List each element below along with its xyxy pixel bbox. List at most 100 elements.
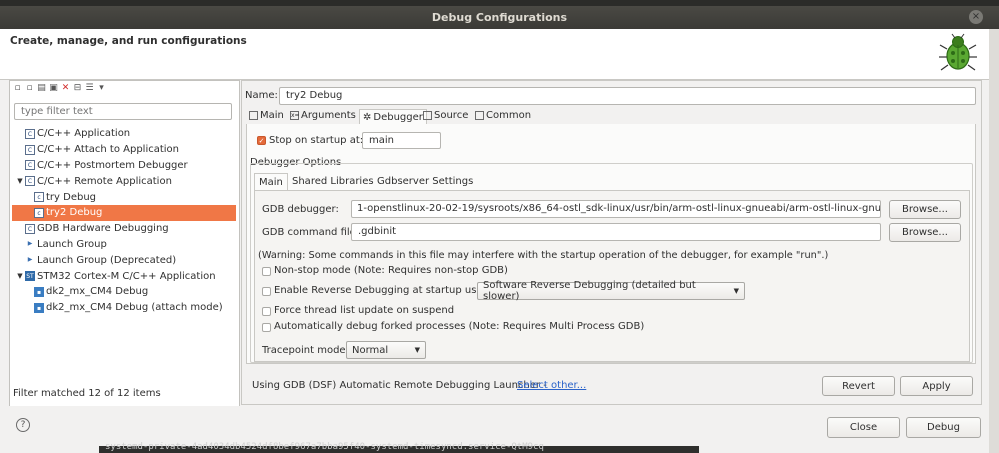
cpp-config-icon: c: [34, 207, 44, 218]
cpp-config-icon: C: [25, 176, 35, 187]
tree-item-label: Launch Group (Deprecated): [37, 254, 177, 266]
auto-debug-forked-label: Automatically debug forked processes (No…: [274, 321, 645, 332]
gdb-hardware-icon: C: [25, 223, 35, 234]
debugger-tab-icon: ✲: [363, 112, 372, 123]
reverse-debugging-label: Enable Reverse Debugging at startup usin…: [274, 285, 496, 296]
launcher-text: Using GDB (DSF) Automatic Remote Debuggi…: [252, 380, 547, 391]
configuration-tree: C C/C++ Application C C/C++ Attach to Ap…: [12, 126, 236, 316]
browse-gdb-debugger-button[interactable]: Browse...: [889, 200, 961, 219]
tree-item-label: C/C++ Attach to Application: [37, 144, 180, 156]
subtab-label: Main: [259, 176, 283, 188]
tree-item-launch-group[interactable]: ▶ Launch Group: [12, 237, 236, 253]
tab-main[interactable]: Main: [249, 110, 284, 121]
stop-on-startup-input[interactable]: main: [362, 132, 441, 149]
name-label: Name:: [245, 90, 278, 101]
subtab-gdbserver-settings[interactable]: Gdbserver Settings: [377, 176, 473, 187]
bug-icon: [937, 33, 979, 73]
name-input[interactable]: try2 Debug: [279, 87, 976, 105]
revert-button[interactable]: Revert: [822, 376, 895, 396]
gdb-debugger-label: GDB debugger:: [262, 204, 339, 215]
cpp-config-icon: c: [34, 192, 44, 203]
tree-item-try-debug[interactable]: c try Debug: [12, 189, 236, 205]
expand-arrow-icon[interactable]: ▼: [15, 272, 25, 280]
export-icon[interactable]: ▤: [36, 83, 47, 94]
tree-item-try2-debug[interactable]: c try2 Debug: [12, 204, 236, 221]
cpp-config-icon: C: [25, 144, 35, 155]
tree-item-gdb-hardware[interactable]: C GDB Hardware Debugging: [12, 221, 236, 237]
dialog-header-title: Create, manage, and run configurations: [10, 35, 247, 47]
window-title: Debug Configurations: [431, 11, 568, 24]
left-toolbar: ▫ ▫ ▤ ▣ ✕ ⊟ ☰ ▾: [12, 83, 107, 97]
filter-input[interactable]: [14, 103, 232, 120]
force-thread-update-label: Force thread list update on suspend: [274, 305, 455, 316]
help-icon[interactable]: ?: [16, 418, 30, 432]
arguments-tab-icon: x=: [290, 111, 300, 120]
force-thread-update-checkbox[interactable]: [262, 307, 271, 316]
tree-item-cpp-postmortem[interactable]: C C/C++ Postmortem Debugger: [12, 158, 236, 174]
tab-source[interactable]: Source: [423, 110, 468, 121]
reverse-debugging-select[interactable]: Software Reverse Debugging (detailed but…: [477, 280, 745, 302]
chip-config-icon: ▪: [34, 286, 44, 297]
tree-item-stm32[interactable]: ▼ ST STM32 Cortex-M C/C++ Application: [12, 268, 236, 284]
chevron-down-icon: ▼: [414, 346, 420, 354]
tree-item-cpp-application[interactable]: C C/C++ Application: [12, 126, 236, 142]
tab-arguments[interactable]: x= Arguments: [290, 110, 356, 121]
subtab-main[interactable]: Main: [254, 173, 288, 190]
stop-on-startup-checkbox[interactable]: ✓: [257, 136, 266, 145]
background-terminal-text: systemd-private-4ad4034db4524df8bef967a7…: [105, 442, 544, 452]
gdb-command-file-input[interactable]: .gdbinit: [351, 223, 881, 241]
window-close-icon[interactable]: ×: [969, 10, 983, 24]
cpp-config-icon: C: [25, 160, 35, 171]
chevron-down-icon: ▼: [733, 287, 739, 295]
tree-item-label: dk2_mx_CM4 Debug: [46, 286, 149, 298]
tab-debugger[interactable]: ✲ Debugger: [359, 109, 427, 125]
debug-button[interactable]: Debug: [906, 417, 981, 438]
expand-arrow-icon[interactable]: ▼: [15, 177, 25, 185]
tree-item-label: GDB Hardware Debugging: [37, 223, 169, 235]
nonstop-mode-label: Non-stop mode (Note: Requires non-stop G…: [274, 265, 508, 276]
reverse-debugging-checkbox[interactable]: [262, 287, 271, 296]
nonstop-mode-checkbox[interactable]: [262, 267, 271, 276]
tree-item-label: C/C++ Application: [37, 128, 131, 140]
launch-group-icon: ▶: [25, 239, 35, 250]
subtab-label: Gdbserver Settings: [377, 176, 474, 187]
launch-group-icon: ▶: [25, 255, 35, 266]
common-tab-icon: [475, 111, 484, 120]
background-terminal-strip: systemd-private-4ad4034db4524df8bef967a7…: [99, 442, 699, 453]
stop-on-startup-label: Stop on startup at:: [269, 135, 364, 146]
chevron-down-icon[interactable]: ▾: [96, 83, 107, 94]
tab-label: Main: [260, 110, 284, 121]
duplicate-icon[interactable]: ▣: [48, 83, 59, 94]
new-config-icon[interactable]: ▫: [12, 83, 23, 94]
tree-item-label: try Debug: [46, 191, 97, 203]
main-tab-icon: [249, 111, 258, 120]
reverse-debugging-select-value: Software Reverse Debugging (detailed but…: [483, 280, 696, 302]
tab-label: Common: [486, 110, 532, 121]
tree-item-dk2-cm4-debug[interactable]: ▪ dk2_mx_CM4 Debug: [12, 284, 236, 300]
source-tab-icon: [423, 111, 432, 120]
tree-item-cpp-attach[interactable]: C C/C++ Attach to Application: [12, 142, 236, 158]
tab-common[interactable]: Common: [475, 110, 531, 121]
apply-button[interactable]: Apply: [900, 376, 973, 396]
gdb-command-warning: (Warning: Some commands in this file may…: [258, 250, 829, 261]
tree-item-dk2-cm4-attach[interactable]: ▪ dk2_mx_CM4 Debug (attach mode): [12, 300, 236, 316]
tree-item-launch-group-deprecated[interactable]: ▶ Launch Group (Deprecated): [12, 252, 236, 268]
new-prototype-icon[interactable]: ▫: [24, 83, 35, 94]
subtab-shared-libraries[interactable]: Shared Libraries: [292, 176, 374, 187]
tracepoint-mode-select[interactable]: Normal ▼: [346, 341, 426, 359]
tree-item-label: dk2_mx_CM4 Debug (attach mode): [46, 302, 223, 314]
tree-item-label: try2 Debug: [46, 207, 103, 219]
tree-item-label: Launch Group: [37, 238, 107, 250]
select-other-link[interactable]: Select other...: [517, 380, 586, 391]
tab-label: Debugger: [373, 112, 423, 123]
browse-gdb-command-button[interactable]: Browse...: [889, 223, 961, 242]
tree-item-cpp-remote[interactable]: ▼ C C/C++ Remote Application: [12, 173, 236, 189]
collapse-all-icon[interactable]: ⊟: [72, 83, 83, 94]
chip-config-icon: ▪: [34, 302, 44, 313]
delete-icon[interactable]: ✕: [60, 83, 71, 94]
cpp-config-icon: C: [25, 128, 35, 139]
filter-icon[interactable]: ☰: [84, 83, 95, 94]
auto-debug-forked-checkbox[interactable]: [262, 323, 271, 332]
close-button[interactable]: Close: [827, 417, 900, 438]
gdb-debugger-input[interactable]: 1-openstlinux-20-02-19/sysroots/x86_64-o…: [351, 200, 881, 218]
